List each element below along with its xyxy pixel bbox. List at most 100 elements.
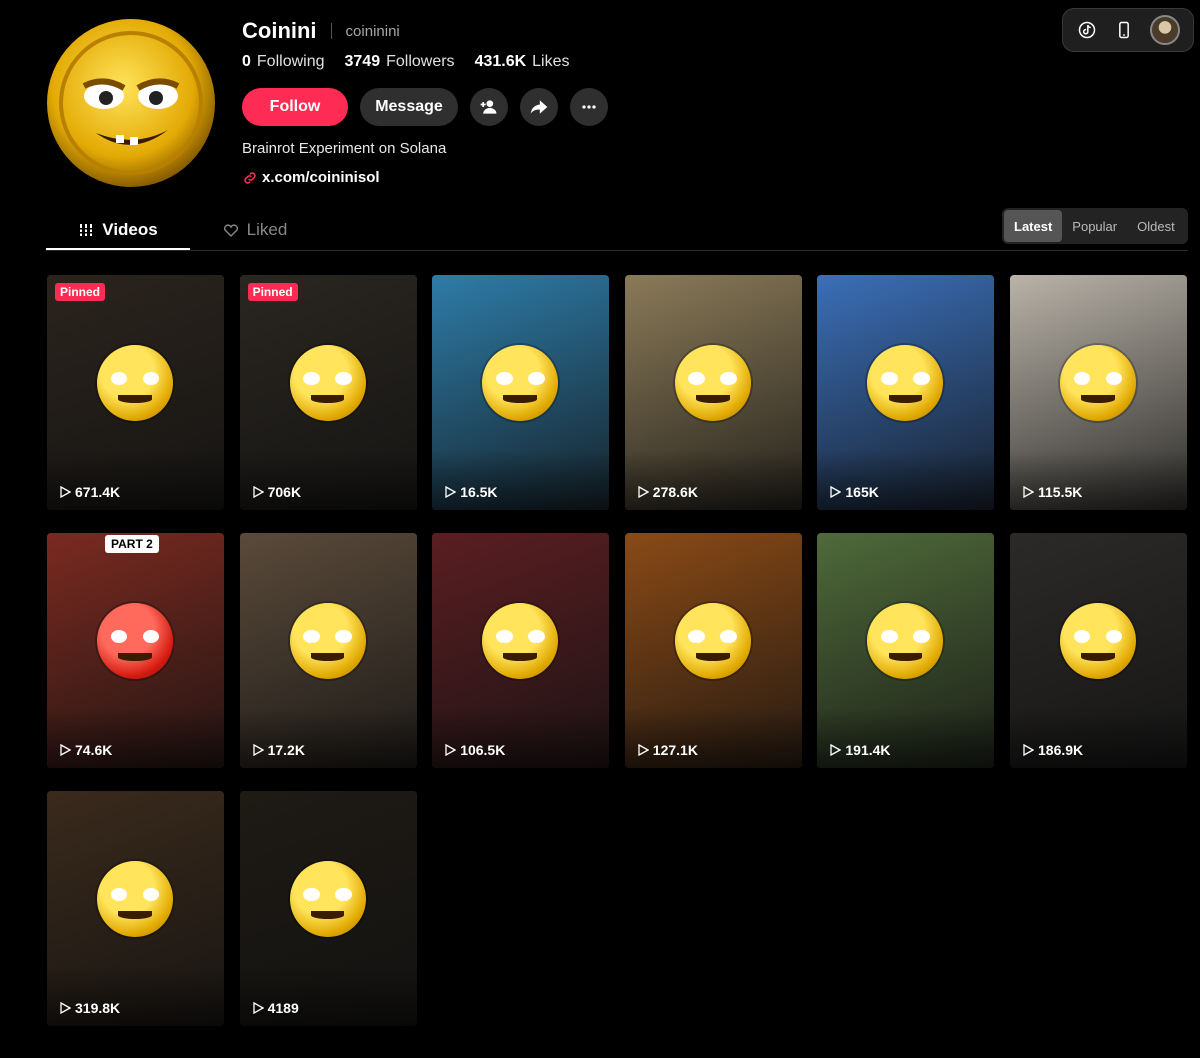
view-count: 671.4K (59, 484, 120, 500)
view-count-text: 106.5K (460, 742, 506, 758)
video-tile[interactable]: 17.2K (239, 533, 417, 768)
pinned-badge: Pinned (247, 283, 298, 301)
view-count: 16.5K (444, 484, 498, 500)
video-tile[interactable]: Pinned 671.4K (47, 275, 224, 510)
heart-lock-icon (223, 224, 238, 237)
video-tile[interactable]: PART 2 74.6K (47, 533, 224, 768)
play-icon (830, 744, 842, 756)
play-icon (445, 744, 457, 756)
view-count: 17.2K (252, 742, 305, 758)
view-count-text: 16.5K (460, 484, 498, 500)
sort-segmented-control: Latest Popular Oldest (1002, 208, 1188, 244)
user-avatar[interactable] (1149, 15, 1180, 45)
view-count: 106.5K (444, 742, 505, 758)
play-icon (60, 744, 71, 756)
add-friend-icon (480, 100, 497, 114)
play-icon (638, 744, 649, 756)
tab-videos[interactable]: Videos (46, 212, 190, 250)
view-count: 74.6K (59, 742, 112, 758)
pinned-badge: Pinned (55, 283, 106, 301)
profile-username: coininini (345, 22, 400, 40)
follow-button[interactable]: Follow (242, 88, 348, 126)
coin-character-icon (482, 603, 559, 679)
video-tile[interactable]: 278.6K (624, 275, 802, 510)
sort-oldest[interactable]: Oldest (1127, 210, 1185, 242)
video-tile[interactable]: 4189 (239, 791, 417, 1026)
coin-character-icon (289, 345, 366, 421)
profile-link[interactable]: x.com/coininisol (242, 169, 380, 186)
profile-avatar[interactable] (46, 18, 216, 188)
coin-character-icon (674, 603, 751, 679)
likes-count: 431.6K (474, 53, 527, 70)
coin-face-avatar-icon (47, 19, 215, 187)
coin-character-icon (1060, 603, 1136, 679)
video-tile[interactable]: 127.1K (624, 533, 802, 768)
followers-count: 3749 (344, 53, 381, 70)
following-count: 0 (242, 53, 251, 70)
link-icon (244, 171, 256, 184)
play-icon (638, 486, 649, 498)
play-icon (1023, 486, 1034, 498)
coin-character-icon (482, 345, 559, 421)
tab-liked[interactable]: Liked (190, 212, 320, 248)
view-count: 4189 (252, 1000, 299, 1016)
view-count-text: 191.4K (845, 742, 891, 758)
followers-stat[interactable]: 3749 Followers (345, 53, 455, 71)
coin-character-icon (867, 345, 944, 421)
video-tile[interactable]: 186.9K (1010, 533, 1187, 768)
play-icon (252, 486, 264, 498)
view-count-text: 165K (845, 484, 879, 500)
video-caption: PART 2 (105, 535, 159, 553)
view-count: 127.1K (637, 742, 698, 758)
video-tile[interactable]: 319.8K (47, 791, 224, 1026)
play-icon (1023, 744, 1034, 756)
view-count-text: 671.4K (75, 484, 121, 500)
top-controls (1062, 8, 1194, 52)
message-button[interactable]: Message (360, 88, 458, 126)
tabs-divider (46, 250, 1188, 251)
add-friend-button[interactable] (470, 88, 508, 126)
play-icon (252, 1002, 264, 1014)
profile-display-name: Coinini (242, 18, 317, 43)
coin-character-icon (97, 861, 173, 937)
view-count-text: 115.5K (1038, 484, 1083, 500)
coin-character-icon (1060, 345, 1136, 421)
view-count-text: 278.6K (652, 484, 698, 500)
divider (330, 23, 332, 39)
following-stat[interactable]: 0 Following (242, 53, 325, 71)
likes-stat: 431.6K Likes (475, 53, 570, 71)
video-tile[interactable]: Pinned 706K (239, 275, 417, 510)
view-count: 186.9K (1022, 742, 1083, 758)
view-count: 115.5K (1022, 484, 1082, 500)
sort-popular[interactable]: Popular (1062, 210, 1127, 242)
video-tile[interactable]: 16.5K (432, 275, 610, 510)
likes-label: Likes (532, 53, 570, 70)
view-count-text: 706K (267, 484, 302, 500)
view-count: 191.4K (829, 742, 891, 758)
video-tile[interactable]: 165K (817, 275, 995, 510)
more-button[interactable] (570, 88, 608, 126)
followers-label: Followers (386, 53, 455, 70)
sort-latest[interactable]: Latest (1004, 210, 1063, 242)
view-count: 706K (252, 484, 301, 500)
tab-liked-label: Liked (246, 220, 288, 239)
profile-link-text: x.com/coininisol (262, 169, 380, 186)
view-count-text: 186.9K (1038, 742, 1084, 758)
video-tile[interactable]: 191.4K (817, 533, 995, 768)
coin-character-icon (867, 603, 944, 679)
view-count-text: 74.6K (75, 742, 113, 758)
share-icon (530, 100, 548, 114)
play-icon (60, 1002, 71, 1014)
tab-videos-label: Videos (102, 220, 158, 239)
video-tile[interactable]: 115.5K (1010, 275, 1187, 510)
view-count-text: 17.2K (267, 742, 305, 758)
phone-icon[interactable] (1113, 19, 1135, 41)
video-tile[interactable]: 106.5K (432, 533, 610, 768)
more-icon (582, 105, 596, 109)
tiktok-icon[interactable] (1076, 19, 1098, 41)
share-button[interactable] (520, 88, 558, 126)
profile-bio: Brainrot Experiment on Solana (242, 140, 447, 157)
play-icon (445, 486, 457, 498)
grid-icon (79, 224, 94, 236)
view-count: 165K (829, 484, 879, 500)
